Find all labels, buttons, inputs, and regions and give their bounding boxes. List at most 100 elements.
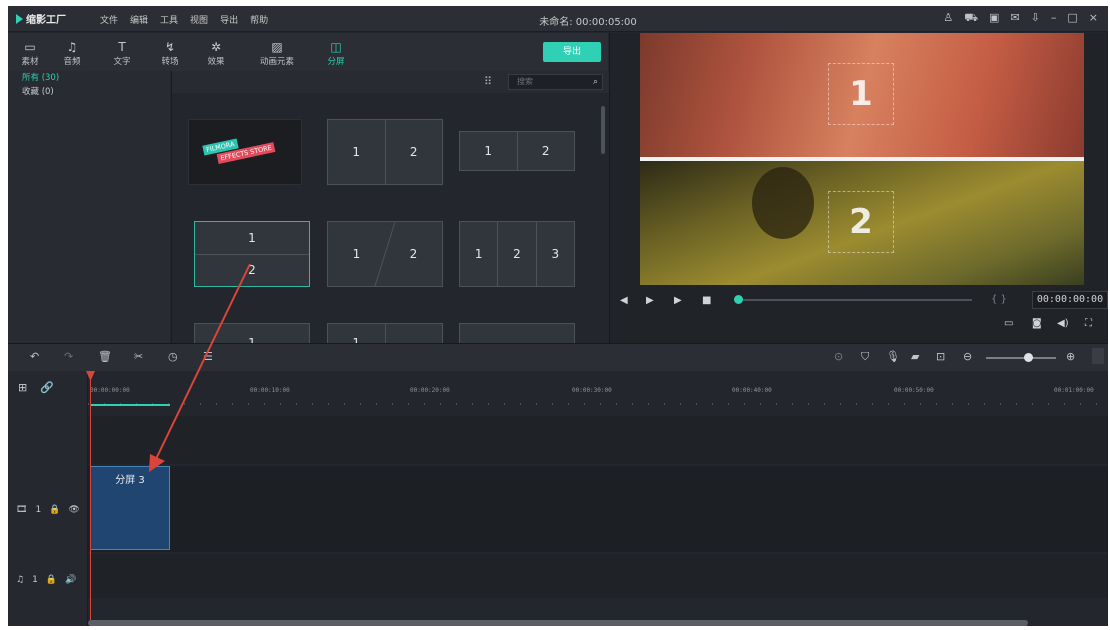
snapshot-icon[interactable]: ◙ xyxy=(1032,318,1042,329)
title-bar: 缩影工厂 文件 编辑 工具 视图 导出 帮助 未命名: 00:00:05:00 … xyxy=(8,6,1108,32)
redo-icon[interactable]: ↷ xyxy=(64,350,73,363)
export-button[interactable]: 导出 xyxy=(543,42,601,62)
fit-icon[interactable]: ⊡ xyxy=(936,350,945,363)
stop-icon[interactable]: ■ xyxy=(702,295,711,306)
tab-split-screen[interactable]: ◫ 分屏 xyxy=(316,39,356,67)
sidebar-item-favorites[interactable]: 收藏 (0) xyxy=(8,85,170,99)
marker-icon[interactable]: ⛉ xyxy=(861,350,869,364)
add-track-icon[interactable]: ⊞ xyxy=(18,381,27,394)
save-icon[interactable]: ▣ xyxy=(989,11,999,26)
speed-icon[interactable]: ◷ xyxy=(168,350,178,363)
mail-icon[interactable]: ✉ xyxy=(1010,11,1019,26)
tab-audio[interactable]: ♫ 音频 xyxy=(52,39,92,67)
fullscreen-icon[interactable]: ⛶ xyxy=(1085,318,1092,329)
eye-icon[interactable]: 👁 xyxy=(68,505,79,515)
video-track[interactable] xyxy=(88,466,1108,552)
film-icon: 🎞 xyxy=(16,505,28,515)
mark-in-out-icon[interactable]: { } xyxy=(991,294,1007,305)
tile-split-2-wide[interactable]: 1 2 xyxy=(459,131,575,171)
ruler-tick-label: 00:00:30:00 xyxy=(572,387,612,394)
delete-icon[interactable]: 🗑 xyxy=(98,350,112,363)
lock-icon[interactable]: 🔒 xyxy=(49,505,60,515)
speaker-icon[interactable]: 🔊 xyxy=(65,575,76,585)
tab-effects[interactable]: ✲ 效果 xyxy=(196,39,236,67)
tile-split-2-diagonal[interactable]: 1 2 xyxy=(327,221,443,287)
preview-drop-zone-2[interactable]: 2 xyxy=(828,191,894,253)
ruler-tick-label: 00:00:40:00 xyxy=(732,387,772,394)
tile-cell: 3 xyxy=(551,247,560,261)
close-icon[interactable]: × xyxy=(1089,11,1098,26)
sidebar-item-all[interactable]: 所有 (30) xyxy=(8,71,170,85)
render-icon[interactable]: ⊙ xyxy=(834,350,843,363)
search-icon[interactable]: ⌕ xyxy=(593,75,598,89)
tab-media[interactable]: ▭ 素材 xyxy=(10,39,50,67)
tab-text[interactable]: T 文字 xyxy=(102,39,142,67)
tab-elements[interactable]: ▨ 动画元素 xyxy=(252,39,302,67)
tab-elements-label: 动画元素 xyxy=(259,57,294,67)
tile-cell: 1 xyxy=(352,145,361,159)
image-icon: ▨ xyxy=(271,40,283,54)
ruler-selection xyxy=(90,404,170,406)
timeline-empty-track[interactable] xyxy=(88,416,1108,464)
play-icon[interactable]: ▶ xyxy=(674,295,682,306)
user-icon[interactable]: ♙ xyxy=(943,11,953,26)
preview-bottom-video: 2 xyxy=(640,161,1084,285)
playhead-line[interactable] xyxy=(90,371,91,626)
tile-cell: 1 xyxy=(484,144,493,158)
app-window: 缩影工厂 文件 编辑 工具 视图 导出 帮助 未命名: 00:00:05:00 … xyxy=(8,6,1108,626)
tile-cell: 2 xyxy=(409,145,418,159)
maximize-icon[interactable]: □ xyxy=(1067,11,1077,26)
adjust-icon[interactable]: ☰ xyxy=(203,350,213,363)
audio-track-number: 1 xyxy=(32,575,38,585)
undo-icon[interactable]: ↶ xyxy=(30,350,39,363)
tile-cell: 2 xyxy=(248,263,256,278)
grid-view-icon[interactable]: ⠿ xyxy=(484,75,492,88)
preview-timecode[interactable]: 00:00:00:00 xyxy=(1032,291,1108,309)
tile-split-2-vertical[interactable]: 1 2 xyxy=(327,119,443,185)
voiceover-icon[interactable]: ▰ xyxy=(911,350,919,363)
diagonal-divider xyxy=(374,222,396,286)
zoom-slider-handle[interactable] xyxy=(1024,353,1033,362)
audio-track[interactable] xyxy=(88,554,1108,598)
zoom-in-icon[interactable]: ⊕ xyxy=(1066,350,1075,363)
preview-top-label: 1 xyxy=(849,74,873,114)
split-screen-clip[interactable]: 分屏 3 xyxy=(90,466,170,550)
tile-effects-store[interactable]: FILMORA EFFECTS STORE xyxy=(188,119,302,185)
text-icon: T xyxy=(118,40,126,54)
ruler-tick-label: 00:00:20:00 xyxy=(410,387,450,394)
zoom-out-icon[interactable]: ⊖ xyxy=(963,350,972,363)
ruler-ticks xyxy=(88,403,1108,405)
panel-toggle-icon[interactable] xyxy=(1092,348,1104,364)
tile-split-3-vertical[interactable]: 1 2 3 xyxy=(459,221,575,287)
balloon-shape xyxy=(752,167,814,239)
link-icon[interactable]: 🔗 xyxy=(40,381,54,394)
search-input[interactable]: 搜索 ⌕ xyxy=(508,74,603,90)
mic-icon[interactable]: 🎙 xyxy=(886,350,900,363)
preview-seek-handle[interactable] xyxy=(734,295,743,304)
tile-split-2-horizontal[interactable]: 1 2 xyxy=(194,221,310,287)
zoom-slider-track[interactable] xyxy=(986,357,1056,359)
timeline-scrollbar[interactable] xyxy=(88,620,1028,626)
lock-icon[interactable]: 🔒 xyxy=(46,575,57,585)
download-icon[interactable]: ⇩ xyxy=(1031,11,1040,26)
cart-icon[interactable]: ⛟ xyxy=(964,11,978,26)
cut-icon[interactable]: ✂ xyxy=(134,350,143,363)
tab-split-screen-label: 分屏 xyxy=(327,57,345,67)
preview-bottom-label: 2 xyxy=(849,202,873,242)
search-placeholder: 搜索 xyxy=(517,77,533,86)
effects-icon: ✲ xyxy=(210,40,222,54)
preview-drop-zone-1[interactable]: 1 xyxy=(828,63,894,125)
minimize-icon[interactable]: – xyxy=(1051,11,1057,26)
preview-seek-bar[interactable] xyxy=(738,299,972,301)
prev-frame-icon[interactable]: ◀︎ xyxy=(620,295,628,306)
volume-icon[interactable]: ◀) xyxy=(1057,318,1069,329)
timeline-ruler[interactable]: 00:00:00:00 00:00:10:00 00:00:20:00 00:0… xyxy=(88,371,1108,407)
tab-effects-label: 效果 xyxy=(207,57,225,67)
ruler-tick-label: 00:00:00:00 xyxy=(90,387,130,394)
next-frame-icon[interactable]: ▶︎ xyxy=(646,295,654,306)
library-scrollbar[interactable] xyxy=(601,106,605,154)
tab-transition-label: 转场 xyxy=(161,57,179,67)
screen-icon[interactable]: ▭ xyxy=(1004,318,1013,329)
video-track-number: 1 xyxy=(35,505,42,515)
tab-transition[interactable]: ↯ 转场 xyxy=(150,39,190,67)
